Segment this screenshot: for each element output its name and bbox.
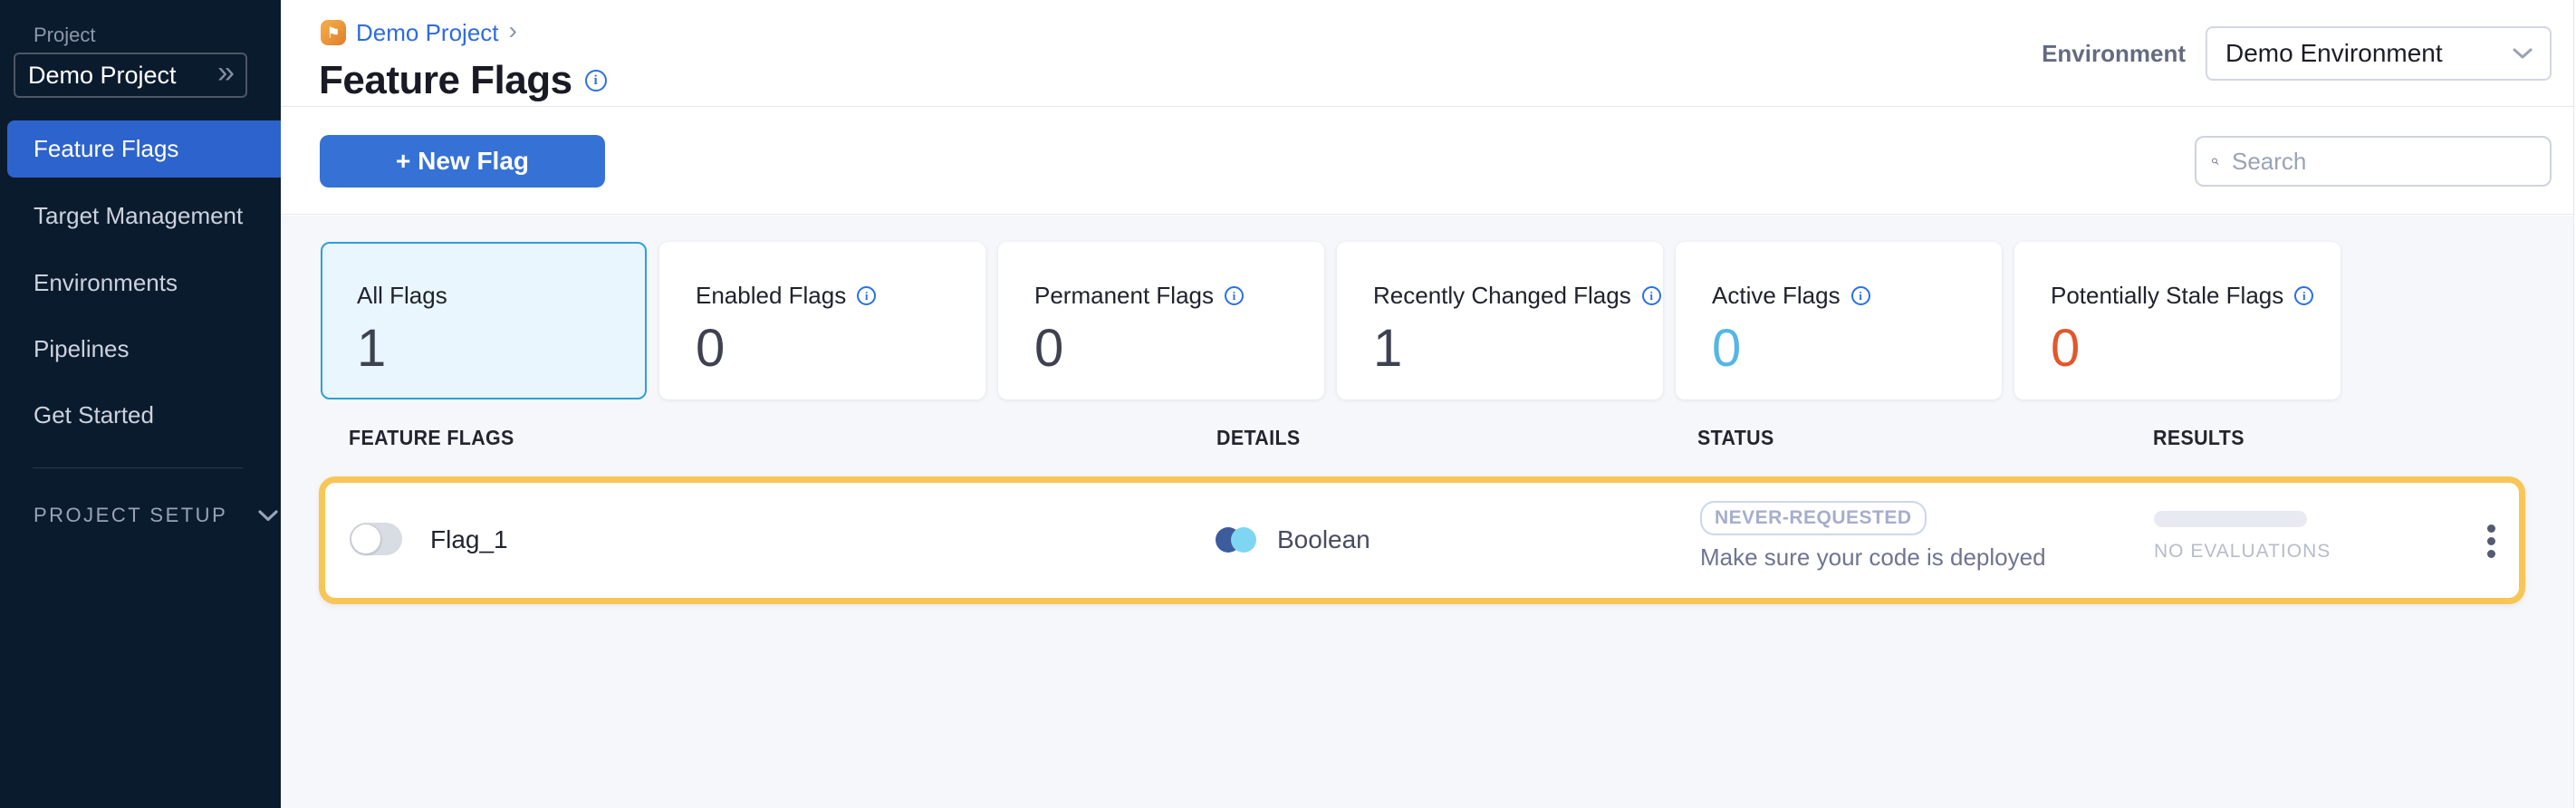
environment-picker: Environment Demo Environment	[2042, 0, 2552, 107]
sidebar-item-target-management[interactable]: Target Management	[0, 188, 281, 245]
metric-label: Permanent Flags	[1034, 282, 1214, 310]
chevron-right-icon: ›	[509, 18, 517, 47]
metric-label: Recently Changed Flags	[1373, 282, 1631, 310]
results-placeholder-bar	[2154, 511, 2307, 527]
project-selector-value: Demo Project	[28, 62, 177, 90]
breadcrumb-project-link[interactable]: Demo Project	[356, 19, 499, 47]
flag-enabled-toggle[interactable]	[350, 523, 402, 555]
search-input[interactable]	[2232, 148, 2535, 176]
chevron-down-icon	[258, 510, 278, 522]
sidebar-item-get-started[interactable]: Get Started	[0, 387, 281, 444]
metric-value: 0	[1034, 322, 1297, 375]
project-label: Project	[34, 24, 95, 47]
metric-card-all-flags[interactable]: All Flags 1	[321, 242, 647, 399]
metric-card-potentially-stale-flags[interactable]: Potentially Stale Flags 0	[2014, 242, 2341, 399]
environment-select[interactable]: Demo Environment	[2206, 26, 2552, 81]
title-row: Feature Flags	[319, 58, 607, 103]
page-title: Feature Flags	[319, 58, 572, 103]
feature-flags-page: Project Demo Project » Feature Flags Tar…	[0, 0, 2576, 808]
metric-card-recently-changed-flags[interactable]: Recently Changed Flags 1	[1337, 242, 1663, 399]
environment-label: Environment	[2042, 40, 2186, 68]
right-edge-divider	[2573, 0, 2574, 808]
sidebar-item-label: Get Started	[34, 401, 154, 429]
info-icon[interactable]	[585, 70, 607, 91]
info-icon[interactable]	[2294, 286, 2313, 305]
sidebar-item-feature-flags[interactable]: Feature Flags	[7, 120, 281, 178]
sidebar: Project Demo Project » Feature Flags Tar…	[0, 0, 281, 808]
page-header: Demo Project › Feature Flags Environment…	[281, 0, 2573, 107]
metric-value: 0	[2051, 322, 2313, 375]
chevron-down-icon	[2512, 47, 2533, 60]
sidebar-divider	[33, 467, 243, 468]
column-header-feature-flags: FEATURE FLAGS	[349, 426, 514, 450]
breadcrumb: Demo Project ›	[321, 18, 517, 47]
toolbar: + New Flag	[281, 108, 2573, 215]
environment-select-value: Demo Environment	[2225, 39, 2443, 68]
metric-value: 0	[696, 322, 958, 375]
info-icon[interactable]	[1225, 286, 1244, 305]
flag-details: Boolean	[1216, 525, 1370, 554]
metric-card-permanent-flags[interactable]: Permanent Flags 0	[998, 242, 1324, 399]
double-chevron-icon[interactable]: »	[217, 57, 235, 93]
metric-label: Potentially Stale Flags	[2051, 282, 2283, 310]
sidebar-item-pipelines[interactable]: Pipelines	[0, 321, 281, 378]
search-icon	[2211, 149, 2219, 173]
info-icon[interactable]	[1851, 286, 1870, 305]
info-icon[interactable]	[1642, 286, 1661, 305]
sidebar-item-label: Feature Flags	[34, 135, 178, 163]
sidebar-item-label: Pipelines	[34, 335, 130, 363]
metric-label: Active Flags	[1712, 282, 1841, 310]
flag-results: NO EVALUATIONS	[2154, 511, 2331, 563]
content-area: All Flags 1 Enabled Flags 0 Permanent Fl…	[281, 216, 2573, 808]
feature-flags-module-icon	[321, 20, 346, 45]
column-header-results: RESULTS	[2153, 426, 2244, 450]
section-label: PROJECT SETUP	[34, 504, 227, 527]
metric-card-enabled-flags[interactable]: Enabled Flags 0	[659, 242, 985, 399]
metric-label: Enabled Flags	[696, 282, 846, 310]
sidebar-item-environments[interactable]: Environments	[0, 255, 281, 312]
search-box	[2195, 136, 2552, 187]
boolean-type-icon	[1216, 527, 1257, 553]
metric-label: All Flags	[357, 282, 447, 310]
status-badge: NEVER-REQUESTED	[1700, 501, 1927, 535]
row-options-menu-button[interactable]	[2473, 519, 2509, 563]
results-text: NO EVALUATIONS	[2154, 541, 2331, 563]
new-flag-button[interactable]: + New Flag	[320, 135, 605, 188]
column-header-details: DETAILS	[1216, 426, 1301, 450]
sidebar-item-label: Target Management	[34, 202, 243, 230]
sidebar-section-project-setup[interactable]: PROJECT SETUP	[34, 504, 278, 527]
flag-name[interactable]: Flag_1	[430, 525, 508, 554]
metric-value: 0	[1712, 322, 1975, 375]
status-hint-text: Make sure your code is deployed	[1700, 543, 2046, 572]
project-selector[interactable]: Demo Project »	[14, 53, 247, 98]
flag-table-row[interactable]: Flag_1 Boolean NEVER-REQUESTED Make sure…	[319, 476, 2525, 604]
flag-type-label: Boolean	[1277, 525, 1370, 554]
info-icon[interactable]	[857, 286, 876, 305]
metric-value: 1	[357, 322, 620, 375]
column-header-status: STATUS	[1697, 426, 1774, 450]
sidebar-item-label: Environments	[34, 269, 178, 297]
metric-card-active-flags[interactable]: Active Flags 0	[1676, 242, 2002, 399]
flag-status: NEVER-REQUESTED Make sure your code is d…	[1700, 501, 2046, 572]
metric-value: 1	[1373, 322, 1636, 375]
